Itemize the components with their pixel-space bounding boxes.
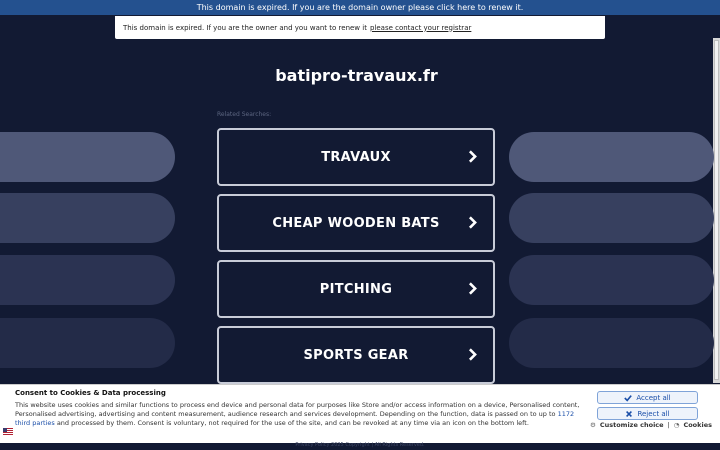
customize-choice-link[interactable]: Customize choice: [600, 421, 664, 429]
decor-pill: [0, 255, 175, 305]
chevron-right-icon: [468, 216, 477, 229]
cookies-link[interactable]: Cookies: [683, 421, 712, 429]
decor-pill: [0, 132, 175, 182]
cookie-text-before: This website uses cookies and similar fu…: [15, 401, 580, 418]
expired-notice: This domain is expired. If you are the o…: [115, 16, 605, 39]
scrollbar-thumb[interactable]: [714, 40, 719, 380]
reject-all-label: Reject all: [637, 409, 670, 418]
search-button-sports-gear[interactable]: SPORTS GEAR: [217, 326, 495, 384]
search-button-travaux[interactable]: TRAVAUX: [217, 128, 495, 186]
checkmark-icon: [624, 394, 633, 402]
contact-registrar-link[interactable]: please contact your registrar: [370, 24, 471, 32]
reject-all-button[interactable]: Reject all: [597, 407, 698, 420]
search-label: PITCHING: [319, 281, 393, 297]
notice-text: This domain is expired. If you are the o…: [123, 23, 367, 32]
us-flag-icon[interactable]: [3, 428, 13, 435]
accept-all-label: Accept all: [636, 393, 671, 402]
decor-pill: [509, 318, 714, 368]
accept-all-button[interactable]: Accept all: [597, 391, 698, 404]
cookie-text-after: and processed by them. Consent is volunt…: [54, 419, 529, 427]
banner-text[interactable]: This domain is expired. If you are the d…: [197, 3, 524, 12]
decor-pill: [0, 318, 175, 368]
separator: |: [667, 421, 670, 429]
search-button-cheap-wooden-bats[interactable]: CHEAP WOODEN BATS: [217, 194, 495, 252]
cookie-icon: ◔: [673, 421, 680, 429]
close-icon: [626, 410, 633, 417]
search-label: TRAVAUX: [321, 149, 391, 165]
cookie-text: This website uses cookies and similar fu…: [15, 401, 585, 428]
decor-pill: [509, 255, 714, 305]
decor-pill: [0, 193, 175, 243]
related-searches-label: Related Searches:: [217, 111, 272, 118]
site-title: batipro-travaux.fr: [275, 66, 438, 85]
search-label: SPORTS GEAR: [303, 347, 409, 363]
decor-pill: [509, 132, 714, 182]
decor-pill: [509, 193, 714, 243]
chevron-right-icon: [468, 348, 477, 361]
chevron-right-icon: [468, 150, 477, 163]
search-button-pitching[interactable]: PITCHING: [217, 260, 495, 318]
gear-icon: ⚙: [590, 421, 596, 429]
expired-domain-banner[interactable]: This domain is expired. If you are the d…: [0, 0, 720, 15]
search-label: CHEAP WOODEN BATS: [272, 215, 440, 231]
cookie-links: ⚙ Customize choice | ◔ Cookies: [590, 421, 712, 429]
cookie-heading: Consent to Cookies & Data processing: [15, 389, 166, 397]
scrollbar[interactable]: [713, 38, 720, 383]
footer: Privacy Policy 2025 Copyright | All Righ…: [295, 442, 425, 448]
chevron-right-icon: [468, 282, 477, 295]
cookie-consent-bar: Consent to Cookies & Data processing Thi…: [0, 384, 720, 443]
